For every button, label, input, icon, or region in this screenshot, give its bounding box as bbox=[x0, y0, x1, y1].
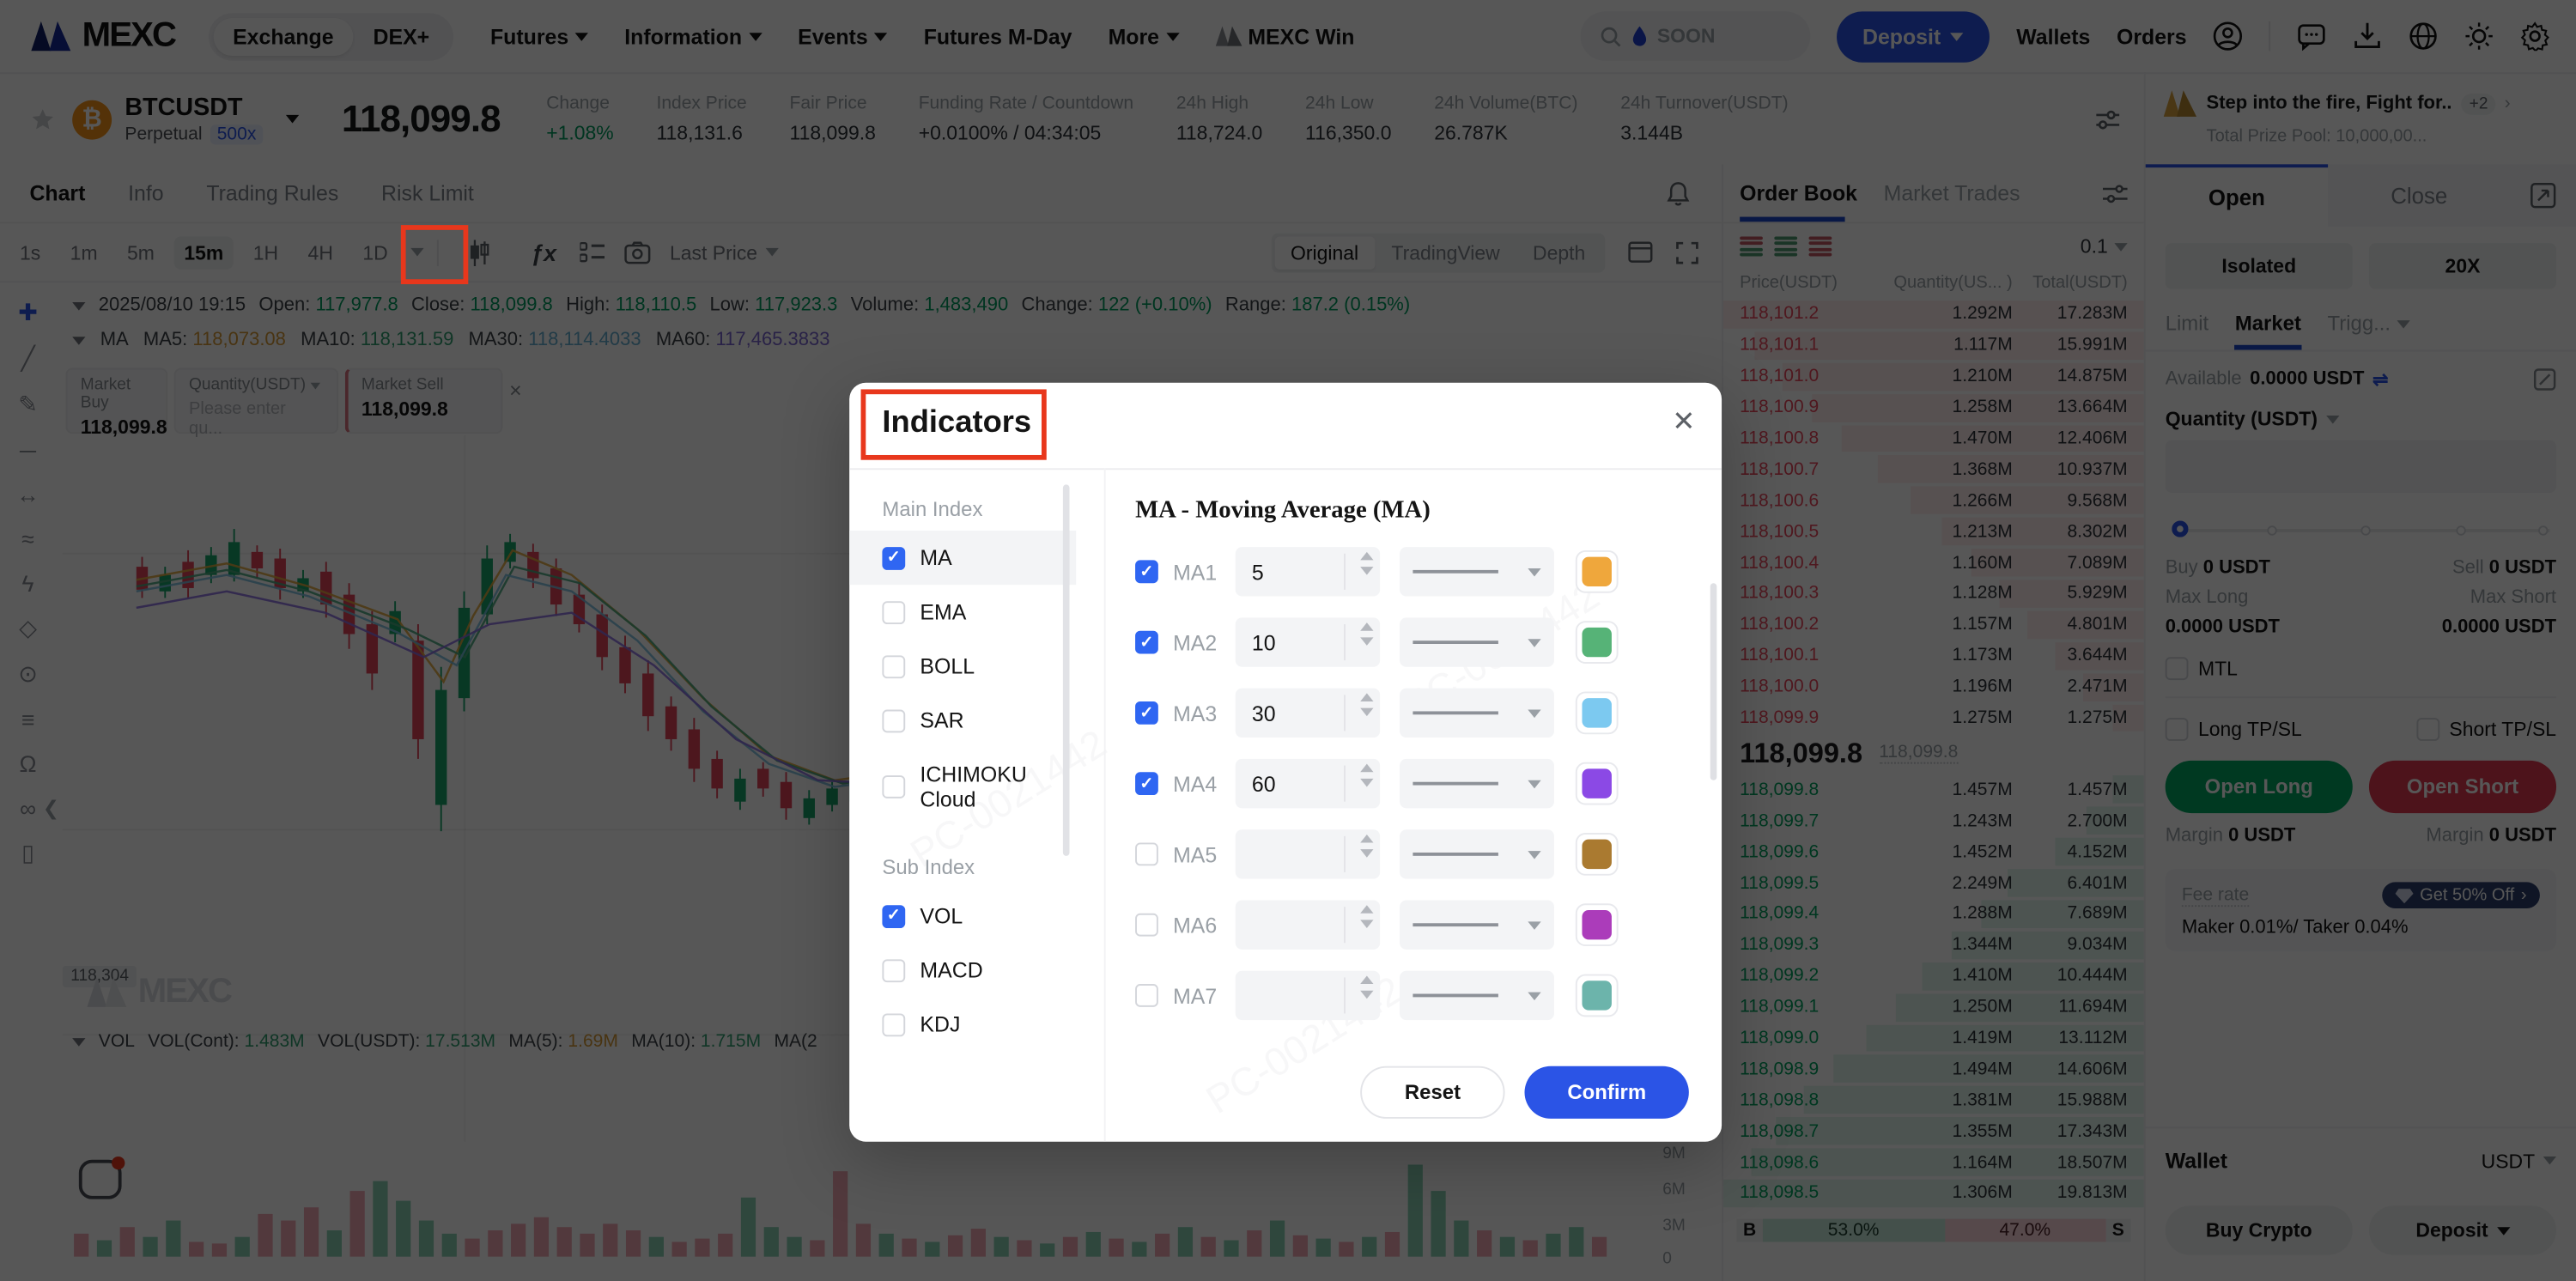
step-up-icon[interactable] bbox=[1360, 835, 1373, 843]
chevron-down-icon bbox=[1528, 780, 1540, 788]
indicator-item-boll[interactable]: BOLL bbox=[849, 639, 1076, 693]
color-swatch[interactable] bbox=[1576, 691, 1619, 734]
indicator-item-kdj[interactable]: KDJ bbox=[849, 997, 1076, 1051]
checkbox[interactable] bbox=[882, 958, 905, 981]
step-down-icon[interactable] bbox=[1360, 849, 1373, 858]
step-up-icon[interactable] bbox=[1360, 622, 1373, 631]
color-swatch[interactable] bbox=[1576, 974, 1619, 1017]
checkbox[interactable]: ✓ bbox=[1135, 772, 1158, 795]
color-swatch[interactable] bbox=[1576, 762, 1619, 805]
period-input[interactable] bbox=[1236, 900, 1380, 949]
period-input[interactable] bbox=[1236, 829, 1380, 878]
color-swatch[interactable] bbox=[1576, 833, 1619, 876]
settings-heading: MA - Moving Average (MA) bbox=[1135, 498, 1722, 526]
period-input[interactable]: 60 bbox=[1236, 759, 1380, 808]
ma-setting-row-ma6: MA6 bbox=[1135, 900, 1722, 949]
ma-setting-row-ma1: ✓MA15 bbox=[1135, 547, 1722, 596]
color-swatch[interactable] bbox=[1576, 621, 1619, 664]
checkbox[interactable] bbox=[1135, 843, 1158, 866]
checkbox[interactable] bbox=[882, 1013, 905, 1036]
indicator-item-macd[interactable]: MACD bbox=[849, 943, 1076, 997]
list-scrollbar[interactable] bbox=[1063, 484, 1070, 1125]
chevron-down-icon bbox=[1528, 992, 1540, 1000]
indicator-item-vol[interactable]: ✓VOL bbox=[849, 889, 1076, 943]
chevron-down-icon bbox=[1528, 709, 1540, 718]
checkbox[interactable] bbox=[882, 600, 905, 623]
line-style-select[interactable] bbox=[1400, 829, 1554, 878]
step-up-icon[interactable] bbox=[1360, 975, 1373, 984]
ma-setting-row-ma5: MA5 bbox=[1135, 829, 1722, 878]
checkbox[interactable]: ✓ bbox=[1135, 631, 1158, 654]
checkbox[interactable] bbox=[882, 775, 905, 798]
line-style-select[interactable] bbox=[1400, 617, 1554, 666]
indicator-item-ichimoku-cloud[interactable]: ICHIMOKU Cloud bbox=[849, 748, 1076, 827]
ma-setting-row-ma7: MA7 bbox=[1135, 971, 1722, 1020]
period-input[interactable]: 5 bbox=[1236, 547, 1380, 596]
color-swatch[interactable] bbox=[1576, 903, 1619, 946]
step-up-icon[interactable] bbox=[1360, 552, 1373, 561]
settings-scrollbar[interactable] bbox=[1710, 583, 1717, 780]
step-down-icon[interactable] bbox=[1360, 567, 1373, 575]
line-style-select[interactable] bbox=[1400, 689, 1554, 738]
line-style-select[interactable] bbox=[1400, 971, 1554, 1020]
step-down-icon[interactable] bbox=[1360, 920, 1373, 928]
chevron-down-icon bbox=[1528, 920, 1540, 929]
checkbox[interactable] bbox=[882, 654, 905, 677]
indicator-item-sar[interactable]: SAR bbox=[849, 693, 1076, 747]
app-window: MEXC Exchange DEX+ Futures Information E… bbox=[0, 0, 2576, 1281]
close-icon[interactable]: ✕ bbox=[1672, 406, 1695, 439]
reset-button[interactable]: Reset bbox=[1360, 1066, 1504, 1119]
modal-footer: Reset Confirm bbox=[1360, 1066, 1689, 1119]
chevron-down-icon bbox=[1528, 568, 1540, 576]
indicator-settings: MA - Moving Average (MA) ✓MA15 ✓MA210 ✓MA3… bbox=[1106, 468, 1722, 1141]
period-input[interactable] bbox=[1236, 971, 1380, 1020]
indicator-list: Main Index ✓MAEMABOLLSARICHIMOKU Cloud S… bbox=[849, 468, 1076, 1141]
chevron-down-icon bbox=[1528, 850, 1540, 859]
step-down-icon[interactable] bbox=[1360, 637, 1373, 646]
main-index-label: Main Index bbox=[882, 498, 1076, 521]
ma-setting-row-ma4: ✓MA460 bbox=[1135, 759, 1722, 808]
sub-index-label: Sub Index bbox=[882, 856, 1076, 879]
line-style-select[interactable] bbox=[1400, 547, 1554, 596]
checkbox[interactable]: ✓ bbox=[882, 904, 905, 927]
line-style-select[interactable] bbox=[1400, 900, 1554, 949]
step-up-icon[interactable] bbox=[1360, 693, 1373, 701]
checkbox[interactable] bbox=[1135, 914, 1158, 937]
checkbox[interactable] bbox=[882, 709, 905, 732]
indicator-item-ma[interactable]: ✓MA bbox=[849, 531, 1076, 585]
period-input[interactable]: 30 bbox=[1236, 689, 1380, 738]
checkbox[interactable]: ✓ bbox=[1135, 560, 1158, 583]
indicator-item-ema[interactable]: EMA bbox=[849, 585, 1076, 639]
period-input[interactable]: 10 bbox=[1236, 617, 1380, 666]
chevron-down-icon bbox=[1528, 638, 1540, 647]
checkbox[interactable]: ✓ bbox=[1135, 701, 1158, 725]
checkbox[interactable] bbox=[1135, 984, 1158, 1007]
line-style-select[interactable] bbox=[1400, 759, 1554, 808]
step-down-icon[interactable] bbox=[1360, 991, 1373, 999]
step-down-icon[interactable] bbox=[1360, 708, 1373, 717]
checkbox[interactable]: ✓ bbox=[882, 546, 905, 569]
indicators-modal: PC-0021442 PC-0021442 PC-0021442 Indicat… bbox=[849, 383, 1722, 1142]
step-up-icon[interactable] bbox=[1360, 905, 1373, 914]
step-down-icon[interactable] bbox=[1360, 779, 1373, 787]
annotation-box-modal-title bbox=[861, 389, 1047, 459]
confirm-button[interactable]: Confirm bbox=[1525, 1066, 1689, 1119]
ma-setting-row-ma2: ✓MA210 bbox=[1135, 617, 1722, 666]
ma-setting-row-ma3: ✓MA330 bbox=[1135, 689, 1722, 738]
color-swatch[interactable] bbox=[1576, 550, 1619, 593]
step-up-icon[interactable] bbox=[1360, 764, 1373, 773]
annotation-box-fx-icon bbox=[401, 225, 468, 284]
